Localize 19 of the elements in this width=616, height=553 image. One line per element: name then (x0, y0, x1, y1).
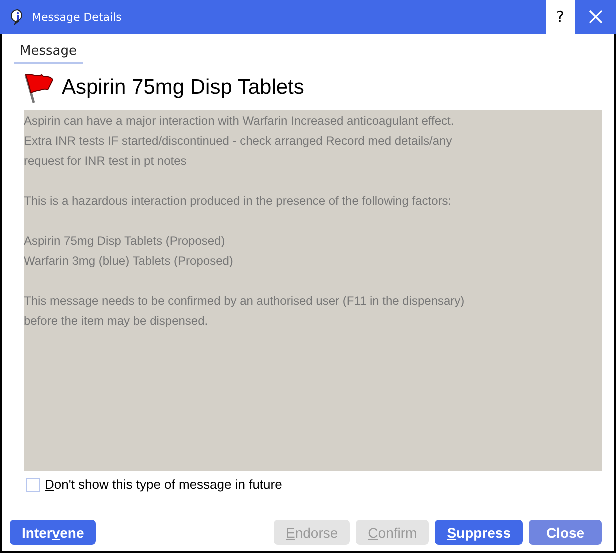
checkbox[interactable] (26, 478, 40, 492)
message-text: Extra INR tests IF started/discontinued - check arranged Record med details/any (24, 133, 452, 150)
dialog-button[interactable]: Close (529, 520, 602, 545)
message-text: request for INR test in pt notes (24, 153, 187, 170)
window-title: Message Details (32, 10, 123, 24)
help-button[interactable]: ? (546, 0, 575, 34)
dialog-button[interactable]: Suppress (435, 520, 523, 545)
message-tab[interactable]: Message (14, 42, 83, 64)
message-text: Aspirin can have a major interaction with Warfarin Increased anticoagulant effect. (24, 113, 454, 130)
drug-heading: Aspirin 75mg Disp Tablets (62, 76, 304, 100)
message-text: before the item may be dispensed. (24, 313, 208, 330)
close-icon (588, 9, 604, 25)
message-text: Warfarin 3mg (blue) Tablets (Proposed) (24, 253, 234, 270)
checkbox-label[interactable]: Don't show this type of message in future (45, 477, 282, 492)
intervene-button[interactable]: Intervene (10, 520, 96, 545)
message-text: This message needs to be confirmed by an authorised user (F11 in the dispensary) (24, 293, 465, 310)
message-text: This is a hazardous interaction produced in the presence of the following factors: (24, 193, 452, 210)
message-text: Aspirin 75mg Disp Tablets (Proposed) (24, 233, 226, 250)
flag-icon (22, 72, 56, 104)
